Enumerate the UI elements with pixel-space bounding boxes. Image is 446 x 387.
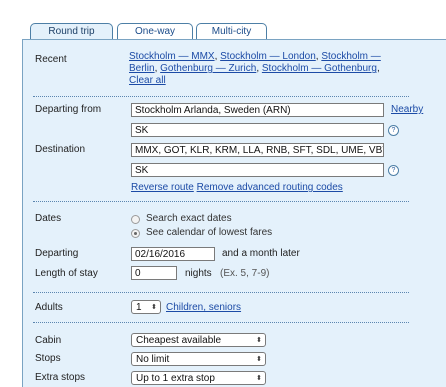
divider: [33, 322, 409, 323]
reverse-route-link[interactable]: Reverse route: [131, 182, 194, 193]
departing-carrier-input[interactable]: SK: [131, 123, 384, 137]
cabin-value: Cheapest available: [136, 335, 222, 346]
chevron-updown-icon: ⬍: [151, 304, 157, 311]
exact-dates-label: Search exact dates: [146, 213, 232, 224]
destination-input[interactable]: MMX, GOT, KLR, KRM, LLA, RNB, SFT, SDL, …: [131, 143, 384, 157]
calendar-fares-label: See calendar of lowest fares: [146, 227, 273, 238]
remove-routing-codes-link[interactable]: Remove advanced routing codes: [197, 182, 343, 193]
recent-searches: Stockholm — MMX, Stockholm — London, Sto…: [129, 51, 381, 86]
divider: [33, 96, 409, 97]
tab-one-way[interactable]: One-way: [117, 23, 193, 39]
radio-calendar-fares[interactable]: [131, 229, 140, 238]
divider: [33, 201, 409, 202]
length-of-stay-input[interactable]: 0: [131, 266, 177, 280]
destination-label: Destination: [35, 144, 86, 155]
clear-all-link[interactable]: Clear all: [129, 75, 166, 86]
extra-stops-value: Up to 1 extra stop: [136, 373, 215, 384]
extra-stops-label: Extra stops: [35, 372, 86, 383]
recent-link[interactable]: Stockholm — MMX: [129, 51, 215, 62]
departing-from-input[interactable]: Stockholm Arlanda, Sweden (ARN): [131, 103, 384, 117]
help-icon[interactable]: ?: [388, 165, 399, 176]
tab-multi-city[interactable]: Multi-city: [196, 23, 267, 39]
cabin-label: Cabin: [35, 335, 62, 346]
nearby-link[interactable]: Nearby: [391, 104, 423, 115]
cabin-select[interactable]: Cheapest available ⬍: [131, 333, 266, 347]
nights-label: nights: [185, 268, 212, 279]
divider: [33, 292, 409, 293]
stops-select[interactable]: No limit ⬍: [131, 352, 266, 366]
tab-round-trip[interactable]: Round trip: [30, 23, 113, 40]
chevron-updown-icon: ⬍: [256, 337, 262, 344]
destination-carrier-input[interactable]: SK: [131, 163, 384, 177]
routing-links: Reverse route Remove advanced routing co…: [131, 182, 343, 193]
adults-select[interactable]: 1 ⬍: [131, 300, 161, 314]
chevron-updown-icon: ⬍: [256, 356, 262, 363]
stops-label: Stops: [35, 353, 61, 364]
search-form-panel: Recent Stockholm — MMX, Stockholm — Lond…: [22, 39, 446, 387]
radio-exact-dates[interactable]: [131, 215, 140, 224]
adults-value: 1: [136, 302, 142, 313]
recent-link[interactable]: Stockholm — London: [220, 51, 316, 62]
recent-label: Recent: [35, 54, 67, 65]
length-of-stay-label: Length of stay: [35, 268, 98, 279]
children-seniors-link[interactable]: Children, seniors: [166, 302, 241, 313]
dates-label: Dates: [35, 213, 62, 224]
recent-link[interactable]: Stockholm — Gothenburg: [262, 63, 377, 74]
help-icon[interactable]: ?: [388, 125, 399, 136]
departing-date-input[interactable]: 02/16/2016: [131, 247, 215, 261]
recent-link[interactable]: Gothenburg — Zurich: [160, 63, 256, 74]
stops-value: No limit: [136, 354, 170, 365]
extra-stops-select[interactable]: Up to 1 extra stop ⬍: [131, 371, 266, 385]
departing-suffix: and a month later: [222, 248, 300, 259]
adults-label: Adults: [35, 302, 63, 313]
chevron-updown-icon: ⬍: [256, 375, 262, 382]
length-hint: (Ex. 5, 7-9): [220, 268, 270, 279]
departing-label: Departing: [35, 248, 79, 259]
departing-from-label: Departing from: [35, 104, 102, 115]
